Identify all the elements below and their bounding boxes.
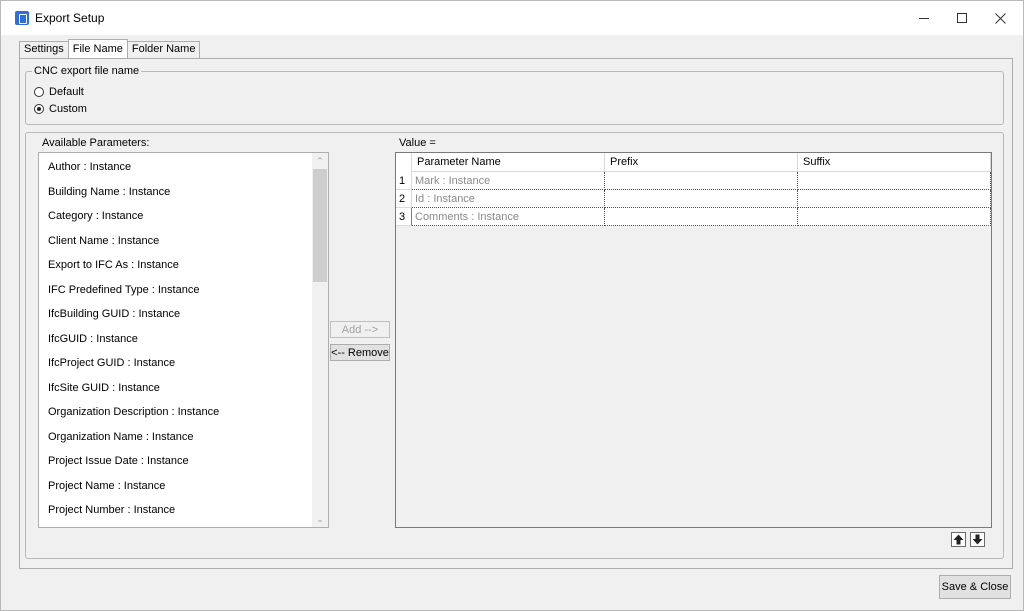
suffix-cell[interactable] xyxy=(798,172,991,190)
tab-strip: Settings File Name Folder Name xyxy=(19,39,201,58)
export-setup-window: Export Setup Settings File Name Folder N… xyxy=(0,0,1024,611)
list-item[interactable]: Client Name : Instance xyxy=(48,235,159,247)
tab-folder-name[interactable]: Folder Name xyxy=(126,41,201,58)
close-icon xyxy=(994,12,1006,24)
column-header-prefix[interactable]: Prefix xyxy=(605,153,798,172)
arrow-down-icon xyxy=(972,534,983,545)
list-item[interactable]: Building Name : Instance xyxy=(48,186,170,198)
list-item[interactable]: Project Name : Instance xyxy=(48,480,165,492)
row-number[interactable]: 3 xyxy=(396,208,412,226)
scroll-up-icon[interactable]: ⌃ xyxy=(312,153,328,169)
table-row[interactable]: 2 Id : Instance xyxy=(396,190,991,208)
list-item[interactable]: IfcProject GUID : Instance xyxy=(48,357,175,369)
close-button[interactable] xyxy=(981,1,1019,35)
custom-option[interactable]: Custom xyxy=(34,103,87,115)
table-row[interactable]: 1 Mark : Instance xyxy=(396,172,991,190)
suffix-cell[interactable] xyxy=(798,208,991,226)
prefix-cell[interactable] xyxy=(605,172,798,190)
parameter-cell[interactable]: Comments : Instance xyxy=(412,208,605,226)
suffix-cell[interactable] xyxy=(798,190,991,208)
table-row[interactable]: 3 Comments : Instance xyxy=(396,208,991,226)
value-label: Value = xyxy=(399,137,436,149)
scroll-thumb[interactable] xyxy=(313,169,327,282)
tab-file-name[interactable]: File Name xyxy=(67,39,128,58)
list-item[interactable]: Export to IFC As : Instance xyxy=(48,259,179,271)
tab-panel-file-name: CNC export file name Default Custom Avai… xyxy=(19,58,1013,569)
add-button[interactable]: Add --> xyxy=(330,321,390,338)
grid-corner[interactable] xyxy=(396,153,412,172)
move-down-button[interactable] xyxy=(970,532,985,547)
list-item[interactable]: IfcSite GUID : Instance xyxy=(48,382,160,394)
cnc-file-name-group: CNC export file name Default Custom xyxy=(25,65,1004,125)
remove-button[interactable]: <-- Remove xyxy=(330,344,390,361)
list-item[interactable]: Author : Instance xyxy=(48,161,131,173)
custom-label: Custom xyxy=(49,103,87,115)
maximize-button[interactable] xyxy=(943,1,981,35)
save-and-close-button[interactable]: Save & Close xyxy=(939,575,1011,599)
list-item[interactable]: Organization Name : Instance xyxy=(48,431,194,443)
window-title: Export Setup xyxy=(35,11,105,25)
minimize-button[interactable] xyxy=(905,1,943,35)
app-icon xyxy=(15,11,29,25)
default-option[interactable]: Default xyxy=(34,86,84,98)
title-bar: Export Setup xyxy=(1,1,1023,35)
custom-radio[interactable] xyxy=(34,104,44,114)
prefix-cell[interactable] xyxy=(605,208,798,226)
parameter-cell[interactable]: Mark : Instance xyxy=(412,172,605,190)
parameters-group: Available Parameters: Value = Author : I… xyxy=(25,132,1004,559)
scroll-down-icon[interactable]: ⌄ xyxy=(312,511,328,527)
list-item[interactable]: Organization Description : Instance xyxy=(48,406,219,418)
cnc-group-legend: CNC export file name xyxy=(32,65,142,77)
list-item[interactable]: IFC Predefined Type : Instance xyxy=(48,284,199,296)
value-grid[interactable]: Parameter Name Prefix Suffix 1 Mark : In… xyxy=(395,152,992,528)
tab-settings[interactable]: Settings xyxy=(19,41,69,58)
list-item[interactable]: Project Number : Instance xyxy=(48,504,175,516)
list-scrollbar[interactable]: ⌃ ⌄ xyxy=(312,153,328,527)
list-item[interactable]: Category : Instance xyxy=(48,210,143,222)
list-item[interactable]: IfcGUID : Instance xyxy=(48,333,138,345)
row-number[interactable]: 2 xyxy=(396,190,412,208)
default-radio[interactable] xyxy=(34,87,44,97)
parameter-cell[interactable]: Id : Instance xyxy=(412,190,605,208)
move-up-button[interactable] xyxy=(951,532,966,547)
minimize-icon xyxy=(919,17,929,19)
list-item[interactable]: Project Issue Date : Instance xyxy=(48,455,189,467)
column-header-suffix[interactable]: Suffix xyxy=(798,153,991,172)
list-item[interactable]: IfcBuilding GUID : Instance xyxy=(48,308,180,320)
row-number[interactable]: 1 xyxy=(396,172,412,190)
arrow-up-icon xyxy=(953,534,964,545)
maximize-icon xyxy=(957,13,967,23)
default-label: Default xyxy=(49,86,84,98)
prefix-cell[interactable] xyxy=(605,190,798,208)
available-parameters-list[interactable]: Author : Instance Building Name : Instan… xyxy=(38,152,329,528)
column-header-parameter-name[interactable]: Parameter Name xyxy=(412,153,605,172)
grid-header: Parameter Name Prefix Suffix xyxy=(396,153,991,172)
available-parameters-label: Available Parameters: xyxy=(42,137,150,149)
